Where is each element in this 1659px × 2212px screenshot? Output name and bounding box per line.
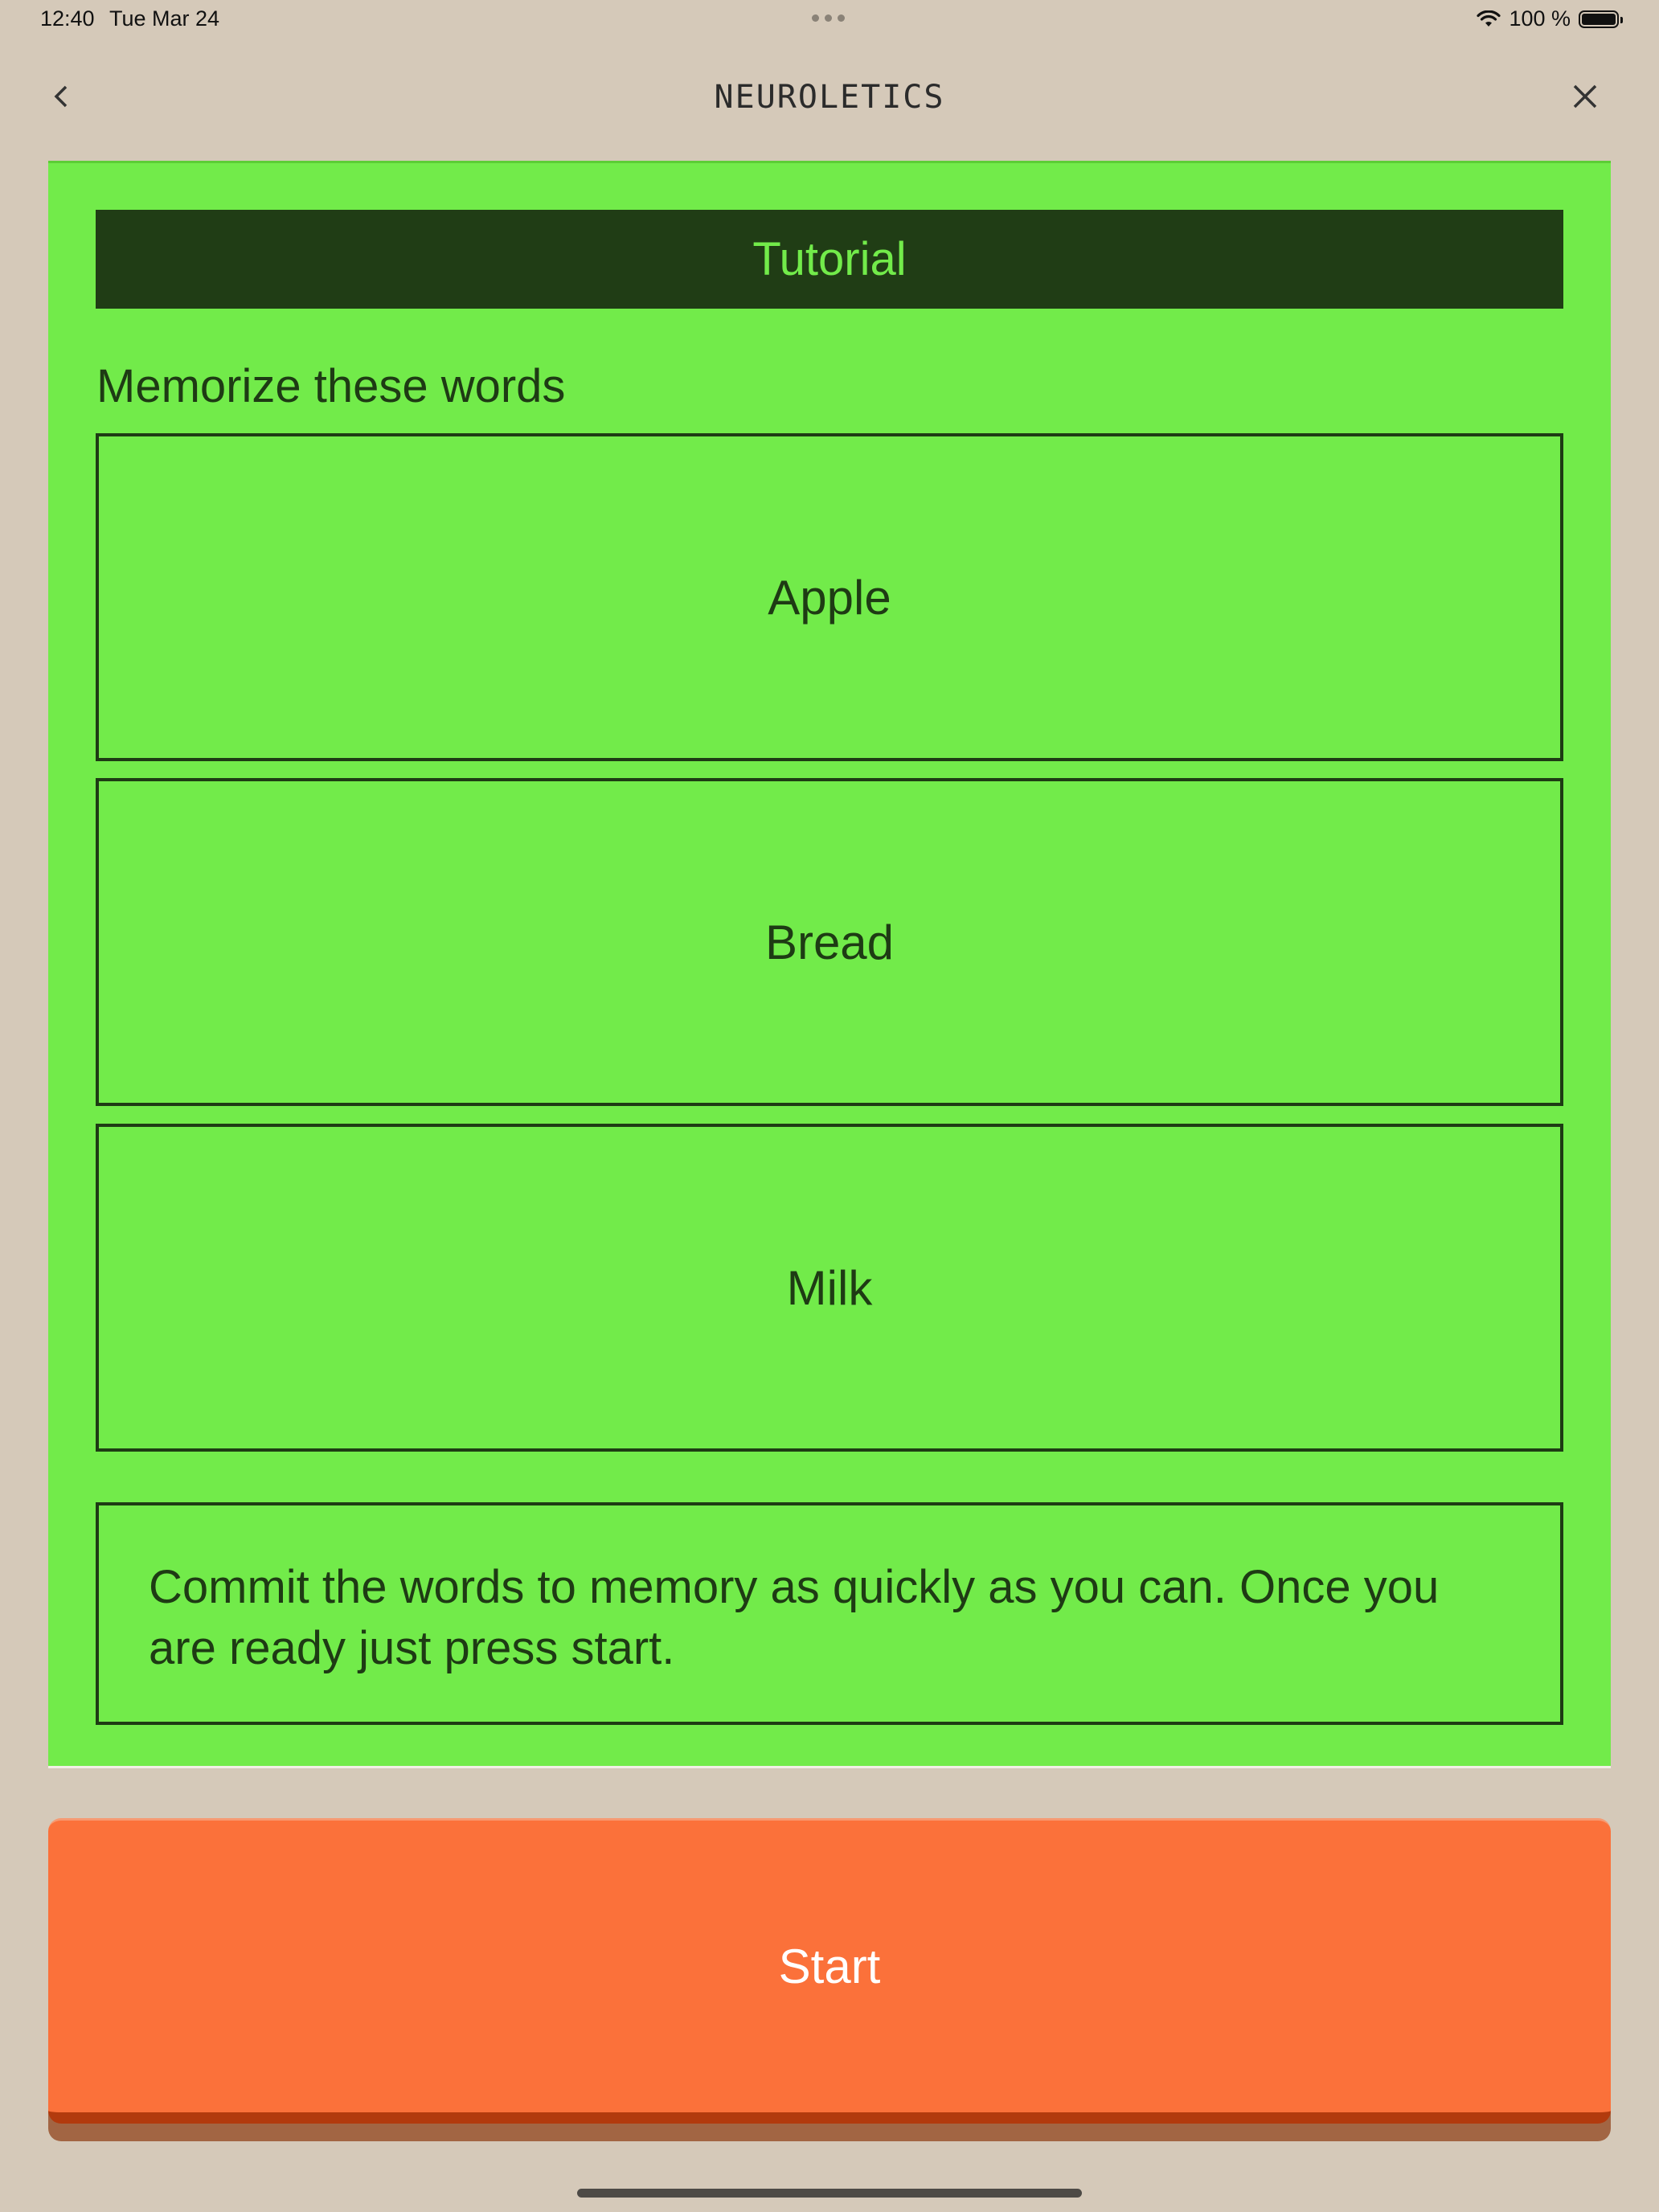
word-card: Bread xyxy=(96,778,1563,1106)
status-right: 100 % xyxy=(1477,6,1623,31)
status-date: Tue Mar 24 xyxy=(109,6,220,31)
word-card: Milk xyxy=(96,1124,1563,1452)
instruction-heading: Memorize these words xyxy=(96,360,566,412)
instruction-info: Commit the words to memory as quickly as… xyxy=(96,1502,1563,1725)
close-icon[interactable] xyxy=(1567,79,1603,114)
start-button[interactable]: Start xyxy=(48,1818,1611,2124)
wifi-icon xyxy=(1477,10,1501,28)
status-bar: 12:40 Tue Mar 24 100 % xyxy=(0,0,1659,39)
app-title: NEUROLETICS xyxy=(714,79,945,116)
word-card: Apple xyxy=(96,433,1563,761)
tutorial-banner: Tutorial xyxy=(96,210,1563,309)
home-indicator[interactable] xyxy=(577,2189,1082,2198)
battery-icon xyxy=(1579,10,1623,28)
multitasking-dots-icon[interactable] xyxy=(812,14,845,22)
battery-percent: 100 % xyxy=(1509,6,1571,31)
tutorial-card: Tutorial Memorize these words Apple Brea… xyxy=(48,161,1611,1768)
status-time: 12:40 xyxy=(40,6,95,31)
nav-bar: NEUROLETICS xyxy=(0,64,1659,129)
